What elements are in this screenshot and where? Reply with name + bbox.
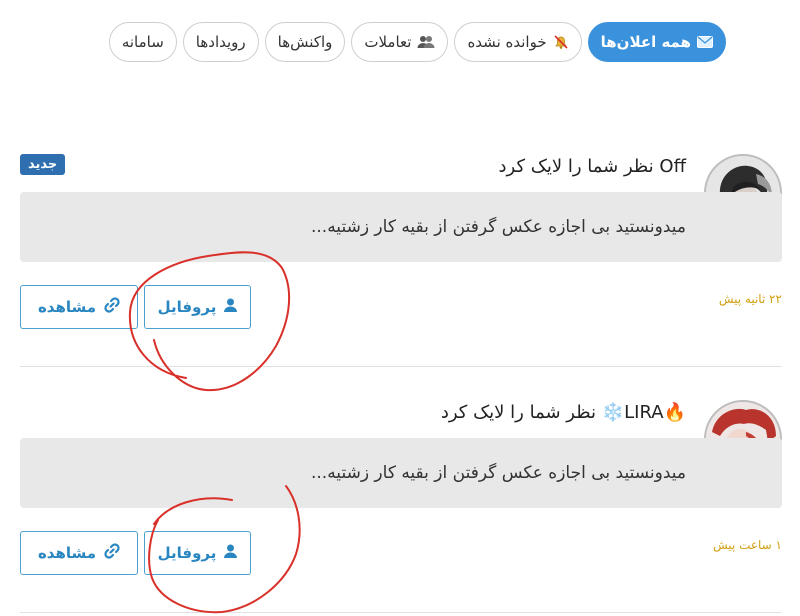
notification-action: نظر شما را لایک کرد	[498, 156, 660, 177]
profile-button[interactable]: پروفایل	[144, 531, 251, 575]
tab-label: واکنش‌ها	[277, 33, 333, 51]
notification-quote: میدونستید بی اجازه عکس گرفتن از بقیه کار…	[20, 192, 782, 262]
notification-quote: میدونستید بی اجازه عکس گرفتن از بقیه کار…	[20, 438, 782, 508]
timestamp: ۲۲ ثانیه پیش	[718, 292, 782, 306]
view-button-label: مشاهده	[37, 298, 97, 316]
tab-label: خوانده نشده	[467, 33, 547, 51]
tab-system[interactable]: سامانه	[108, 22, 177, 62]
view-button[interactable]: مشاهده	[20, 285, 138, 329]
divider	[20, 366, 782, 367]
filter-tabs: همه اعلان‌ها خوانده نشده تعاملات واکنش‌ه…	[108, 22, 726, 62]
new-badge: جدید	[20, 154, 66, 175]
link-icon	[104, 543, 120, 563]
users-icon	[417, 35, 435, 49]
notification-action: نظر شما را لایک کرد	[440, 402, 602, 423]
envelope-icon	[697, 36, 713, 48]
notification-title: Off نظر شما را لایک کرد	[499, 154, 686, 180]
tab-reactions[interactable]: واکنش‌ها	[264, 22, 346, 62]
timestamp: ۱ ساعت پیش	[713, 538, 782, 552]
user-icon	[224, 544, 238, 562]
view-button[interactable]: مشاهده	[20, 531, 138, 575]
tab-label: تعاملات	[364, 33, 412, 51]
profile-button-label: پروفایل	[157, 298, 217, 316]
link-icon	[104, 297, 120, 317]
view-button-label: مشاهده	[37, 544, 97, 562]
tab-all-notifications[interactable]: همه اعلان‌ها	[587, 22, 726, 62]
divider	[20, 612, 782, 613]
tab-label: سامانه	[121, 33, 164, 51]
tab-events[interactable]: رویدادها	[182, 22, 259, 62]
notification-title: 🔥LIRA❄️ نظر شما را لایک کرد	[441, 400, 686, 426]
tab-label: رویدادها	[195, 33, 246, 51]
notification-user[interactable]: Off	[659, 156, 686, 177]
tab-label: همه اعلان‌ها	[600, 33, 691, 51]
bell-off-icon	[553, 34, 569, 50]
tab-unread[interactable]: خوانده نشده	[454, 22, 582, 62]
tab-interactions[interactable]: تعاملات	[351, 22, 449, 62]
profile-button[interactable]: پروفایل	[144, 285, 251, 329]
user-icon	[224, 298, 238, 316]
notification-user[interactable]: 🔥LIRA❄️	[602, 402, 686, 423]
profile-button-label: پروفایل	[157, 544, 217, 562]
